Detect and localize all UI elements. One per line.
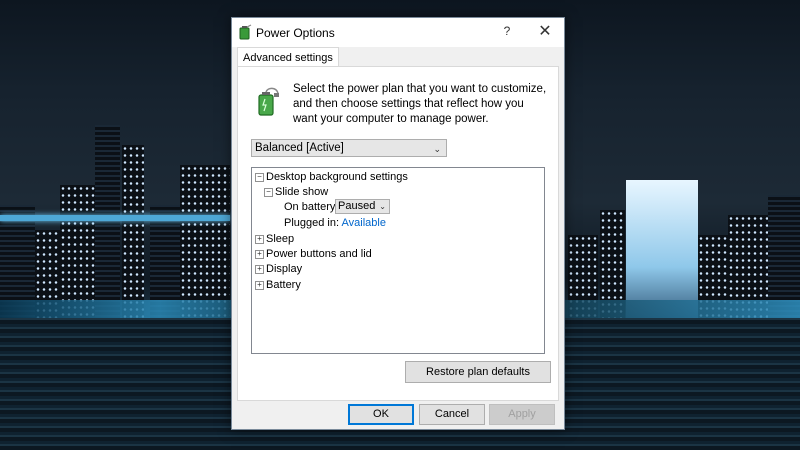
building [122,145,144,325]
tab-advanced-settings[interactable]: Advanced settings [237,47,339,68]
tree-item-label: Sleep [266,233,295,245]
chevron-down-icon: ⌄ [433,144,441,154]
plugged-in-value-link[interactable]: Available [342,217,386,229]
ok-button[interactable]: OK [348,404,414,425]
bridge [0,215,230,221]
window-title: Power Options [256,26,335,40]
power-options-dialog: Power Options ? ✕ Advanced settings Sele… [231,17,565,430]
expand-icon[interactable]: + [255,265,264,274]
expand-icon[interactable]: + [255,281,264,290]
power-plan-select[interactable]: Balanced [Active] ⌄ [251,139,447,157]
collapse-icon[interactable]: − [264,188,273,197]
tree-item-desktop-background[interactable]: − Desktop background settings [255,170,408,184]
tree-item-label: Desktop background settings [266,171,408,183]
tree-item-label: Power buttons and lid [266,248,372,260]
chevron-down-icon: ⌄ [379,202,386,211]
on-battery-select[interactable]: Paused ⌄ [335,199,390,214]
tree-item-sleep[interactable]: + Sleep [255,232,294,246]
tree-item-display[interactable]: + Display [255,262,302,276]
tree-item-slide-show[interactable]: − Slide show [264,185,328,199]
on-battery-label: On battery: [284,201,339,213]
plugged-in-setting: Plugged in: Available [284,216,386,230]
cancel-button[interactable]: Cancel [419,404,485,425]
power-options-icon [239,24,252,40]
instructions-text: Select the power plan that you want to c… [293,83,547,125]
restore-plan-defaults-button[interactable]: Restore plan defaults [405,361,551,383]
close-button[interactable]: ✕ [534,21,556,41]
plugged-in-label: Plugged in: [284,217,340,229]
battery-plug-icon [258,87,279,116]
tree-item-label: Slide show [275,186,329,198]
expand-icon[interactable]: + [255,250,264,259]
tree-item-battery[interactable]: + Battery [255,278,301,292]
help-button[interactable]: ? [500,24,514,38]
expand-icon[interactable]: + [255,235,264,244]
tree-item-label: Battery [266,279,301,291]
title-bar[interactable]: Power Options ? ✕ [232,18,564,47]
power-plan-value: Balanced [Active] [255,142,344,154]
apply-button: Apply [489,404,555,425]
advanced-settings-panel: Select the power plan that you want to c… [237,66,559,401]
tree-item-label: Display [266,263,303,275]
building [95,125,120,325]
collapse-icon[interactable]: − [255,173,264,182]
tree-item-power-buttons-and-lid[interactable]: + Power buttons and lid [255,247,372,261]
settings-tree[interactable]: − Desktop background settings − Slide show… [251,167,545,354]
on-battery-value: Paused [338,200,376,212]
